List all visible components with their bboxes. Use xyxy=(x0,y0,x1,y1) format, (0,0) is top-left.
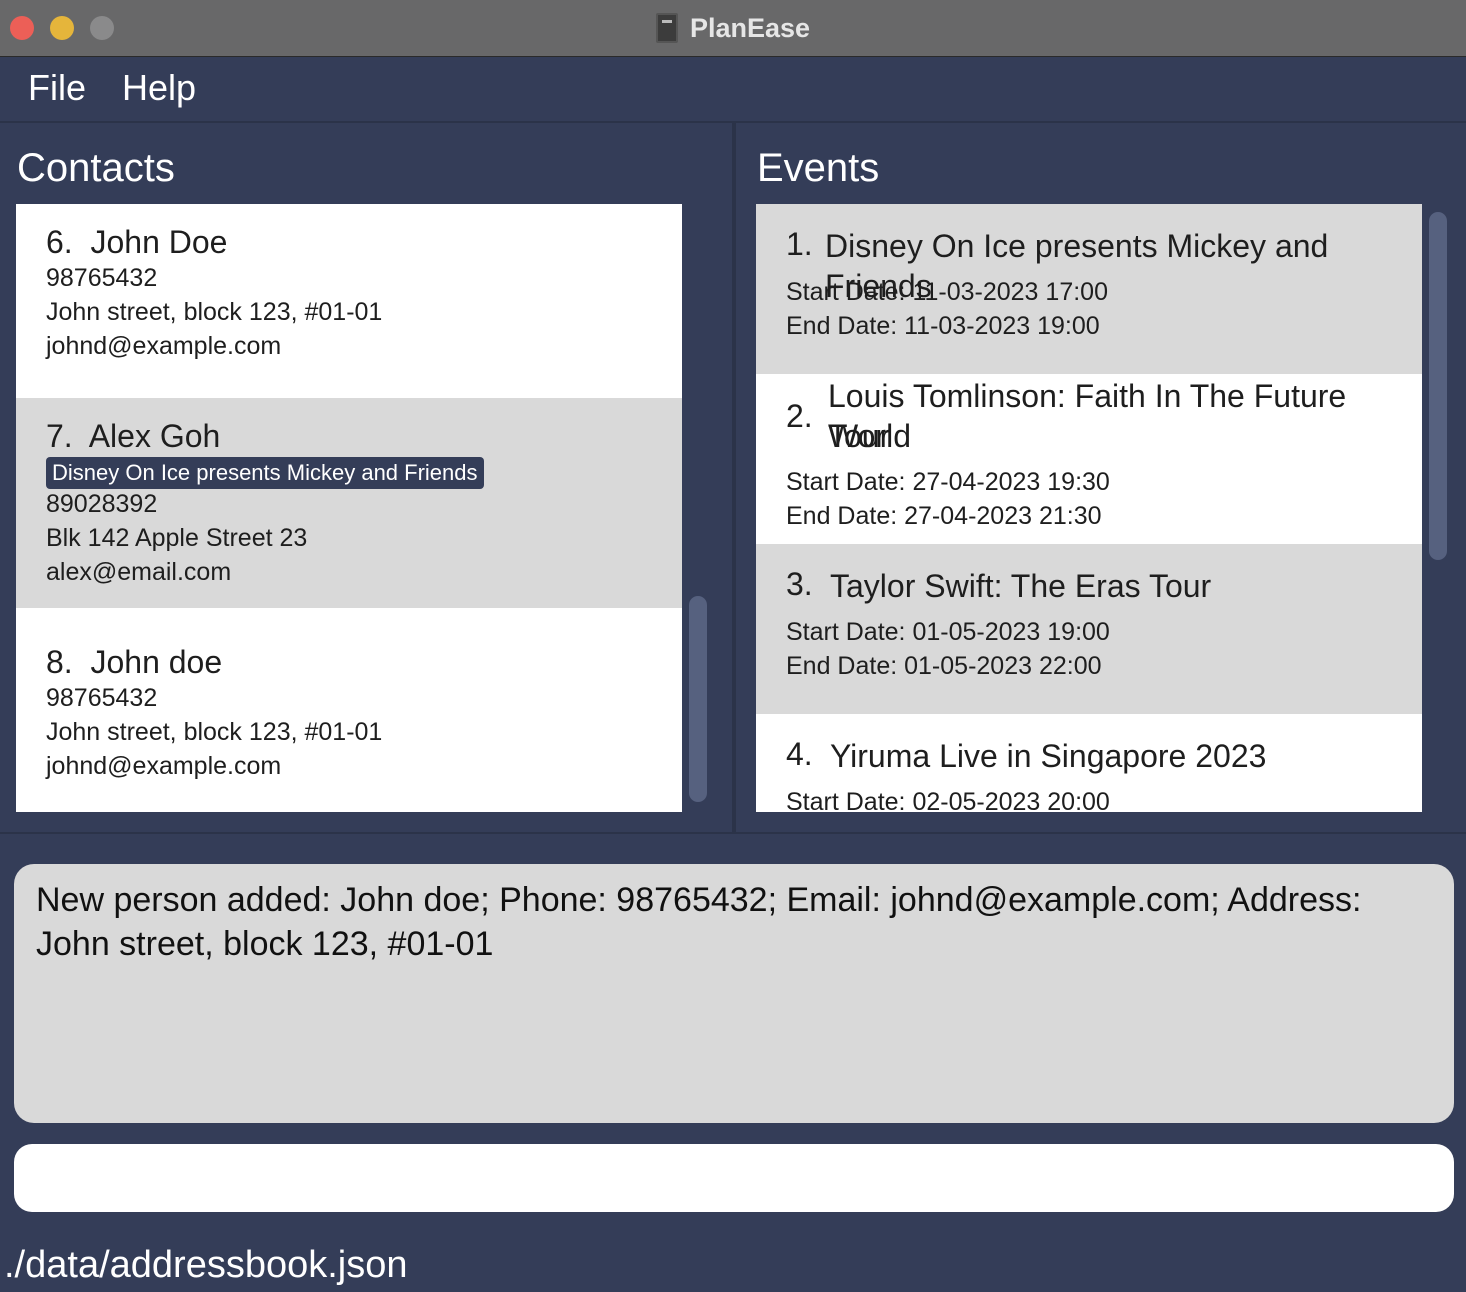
event-end-date: End Date: 27-04-2023 21:30 xyxy=(786,502,1102,530)
contact-phone: 98765432 xyxy=(46,684,158,712)
menu-bar: File Help xyxy=(0,57,1466,123)
contact-index-name: 7. Alex Goh xyxy=(46,418,221,454)
event-index: 4. xyxy=(786,736,813,772)
section-divider xyxy=(0,832,1466,834)
status-bar-file-path: ./data/addressbook.json xyxy=(4,1244,408,1286)
contact-address: Blk 142 Apple Street 23 xyxy=(46,524,308,552)
contact-email: johnd@example.com xyxy=(46,332,282,360)
contact-email: alex@email.com xyxy=(46,558,232,586)
event-title: Taylor Swift: The Eras Tour xyxy=(830,568,1212,604)
contact-index-name: 6. John Doe xyxy=(46,224,228,260)
contact-email: johnd@example.com xyxy=(46,752,282,780)
menu-help[interactable]: Help xyxy=(122,67,196,109)
contact-phone: 98765432 xyxy=(46,264,158,292)
title-bar: PlanEase xyxy=(0,0,1466,57)
event-card[interactable]: 4. Yiruma Live in Singapore 2023 Start D… xyxy=(756,714,1422,812)
contact-card[interactable]: 6. John Doe 98765432 John street, block … xyxy=(16,204,682,398)
contact-card[interactable]: 8. John doe 98765432 John street, block … xyxy=(16,608,682,812)
events-title: Events xyxy=(757,146,880,190)
event-end-date: End Date: 01-05-2023 22:00 xyxy=(786,652,1102,680)
notebook-icon xyxy=(655,13,678,43)
event-start-date: Start Date: 27-04-2023 19:30 xyxy=(786,468,1110,496)
events-scrollbar[interactable] xyxy=(1429,212,1447,560)
contacts-list[interactable]: 6. John Doe 98765432 John street, block … xyxy=(16,204,682,812)
event-start-date: Start Date: 02-05-2023 20:00 xyxy=(786,788,1110,812)
panel-divider xyxy=(732,122,736,832)
menu-file[interactable]: File xyxy=(28,67,86,109)
window-title: PlanEase xyxy=(689,12,811,43)
event-title-line-1: Louis Tomlinson: Faith In The Future Wor… xyxy=(828,378,1347,454)
event-card[interactable]: 2. Louis Tomlinson: Faith In The Future … xyxy=(756,374,1422,544)
event-index: 1. xyxy=(786,226,813,262)
event-start-date: Start Date: 11-03-2023 17:00 xyxy=(786,278,1108,306)
event-index: 2. xyxy=(786,398,813,434)
event-card[interactable]: 1. Disney On Ice presents Mickey and Fri… xyxy=(756,204,1422,374)
result-display: New person added: John doe; Phone: 98765… xyxy=(14,864,1454,1123)
event-start-date: Start Date: 01-05-2023 19:00 xyxy=(786,618,1110,646)
window-title-group: PlanEase xyxy=(0,0,1466,56)
event-card[interactable]: 3. Taylor Swift: The Eras Tour Start Dat… xyxy=(756,544,1422,714)
contact-event-tag: Disney On Ice presents Mickey and Friend… xyxy=(46,457,484,489)
contact-phone: 89028392 xyxy=(46,490,158,518)
contact-address: John street, block 123, #01-01 xyxy=(46,298,383,326)
contact-address: John street, block 123, #01-01 xyxy=(46,718,383,746)
events-list[interactable]: 1. Disney On Ice presents Mickey and Fri… xyxy=(756,204,1422,812)
contacts-scrollbar[interactable] xyxy=(689,596,707,802)
contact-card[interactable]: 7. Alex Goh Disney On Ice presents Micke… xyxy=(16,398,682,608)
event-end-date: End Date: 11-03-2023 19:00 xyxy=(786,312,1100,340)
event-title: Yiruma Live in Singapore 2023 xyxy=(830,738,1267,774)
contacts-title: Contacts xyxy=(17,146,175,190)
event-index: 3. xyxy=(786,566,813,602)
contact-index-name: 8. John doe xyxy=(46,644,223,680)
event-title-line-2: Tour xyxy=(828,418,891,454)
command-input[interactable] xyxy=(14,1144,1454,1212)
